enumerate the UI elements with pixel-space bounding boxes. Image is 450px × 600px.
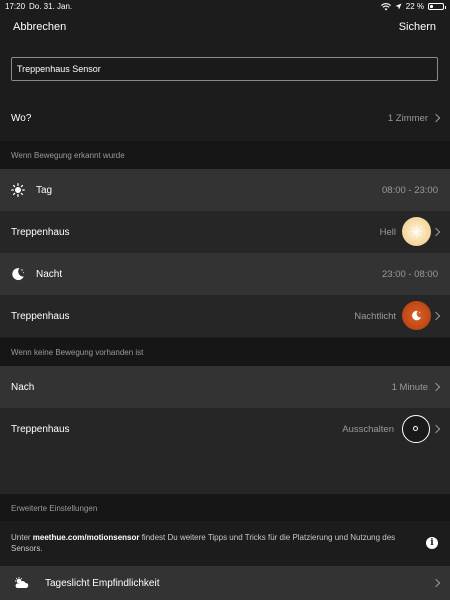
moon-icon (412, 310, 422, 321)
day-room-row[interactable]: Treppenhaus Hell (0, 211, 450, 253)
day-scene-swatch[interactable] (402, 217, 431, 246)
day-row[interactable]: Tag 08:00 - 23:00 (0, 169, 450, 211)
wifi-icon (380, 2, 391, 10)
where-label: Wo? (11, 112, 32, 124)
after-label: Nach (11, 381, 35, 393)
night-room-row[interactable]: Treppenhaus Nachtlicht (0, 295, 450, 337)
night-row[interactable]: Nacht 23:00 - 08:00 (0, 253, 450, 295)
status-time: 17:20 (5, 2, 26, 11)
cancel-button[interactable]: Abbrechen (13, 21, 66, 33)
section-header-no-motion: Wenn keine Bewegung vorhanden ist (0, 338, 450, 366)
off-scene-label: Ausschalten (342, 423, 394, 435)
info-text: Unter meethue.com/motionsensor findest D… (11, 533, 396, 553)
night-time-range: 23:00 - 08:00 (382, 268, 438, 280)
after-row[interactable]: Nach 1 Minute (0, 366, 450, 408)
off-room-label: Treppenhaus (11, 423, 70, 435)
status-date: Do. 31. Jan. (29, 2, 73, 11)
save-button[interactable]: Sichern (399, 21, 436, 33)
chevron-right-icon (431, 382, 441, 392)
daylight-label: Tageslicht Empfindlichkeit (45, 577, 160, 589)
info-link[interactable]: meethue.com/motionsensor (33, 533, 140, 542)
chevron-right-icon (431, 311, 441, 321)
after-value: 1 Minute (391, 381, 428, 393)
nav-bar: Abbrechen Sichern (0, 12, 450, 42)
night-scene-label: Nachtlicht (354, 310, 396, 322)
off-scene-swatch[interactable] (402, 415, 430, 443)
night-label: Nacht (36, 268, 63, 280)
section-header-motion: Wenn Bewegung erkannt wurde (0, 141, 450, 169)
night-scene-swatch[interactable] (402, 301, 431, 330)
night-room-label: Treppenhaus (11, 310, 70, 322)
sensor-name-input[interactable] (11, 57, 438, 81)
chevron-right-icon (431, 578, 441, 588)
chevron-right-icon (431, 424, 441, 434)
spacer (0, 450, 450, 494)
partly-cloudy-icon (14, 577, 29, 588)
sun-icon (11, 183, 25, 197)
chevron-right-icon (431, 113, 441, 123)
moon-icon (12, 268, 25, 281)
status-right: 22 % (380, 2, 446, 11)
section-header-advanced: Erweiterte Einstellungen (0, 494, 450, 522)
day-room-label: Treppenhaus (11, 226, 70, 238)
battery-percent: 22 % (405, 2, 424, 11)
status-bar: 17:20 Do. 31. Jan. 22 % (0, 0, 450, 12)
power-off-icon (413, 426, 418, 431)
where-value: 1 Zimmer (387, 112, 428, 124)
battery-icon (428, 3, 446, 10)
where-row[interactable]: Wo? 1 Zimmer (0, 97, 450, 139)
location-arrow-icon (395, 3, 402, 10)
chevron-right-icon (431, 227, 441, 237)
sun-icon (411, 226, 422, 237)
daylight-row[interactable]: Tageslicht Empfindlichkeit (0, 566, 450, 600)
off-room-row[interactable]: Treppenhaus Ausschalten (0, 408, 450, 450)
day-label: Tag (36, 184, 53, 196)
day-scene-label: Hell (379, 226, 396, 238)
day-time-range: 08:00 - 23:00 (382, 184, 438, 196)
info-icon[interactable]: i (426, 537, 438, 549)
